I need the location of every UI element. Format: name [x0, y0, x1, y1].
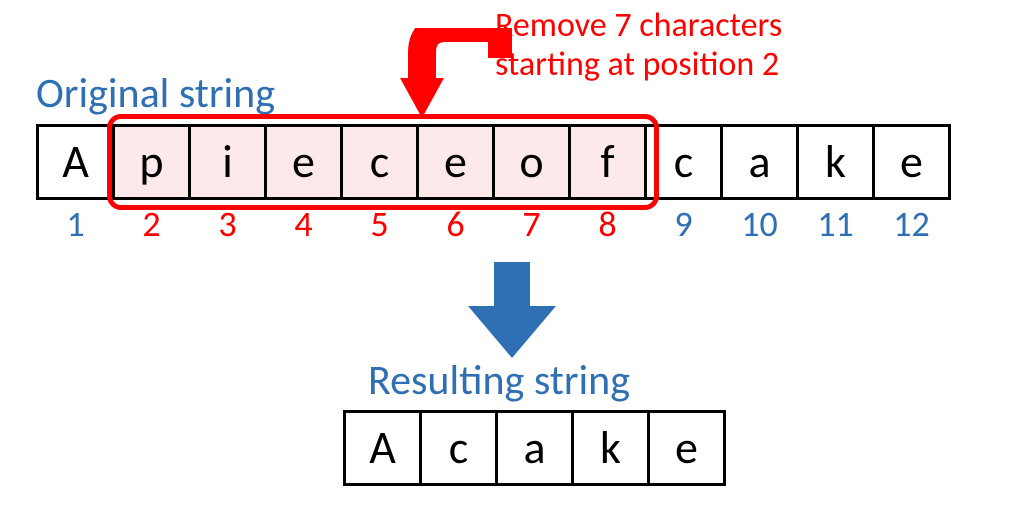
index-11: 11 — [796, 204, 875, 244]
index-9: 9 — [644, 204, 723, 244]
orig-cell-10: a — [720, 124, 799, 200]
index-2: 2 — [112, 204, 191, 244]
orig-cell-9: c — [644, 124, 723, 200]
index-7: 7 — [492, 204, 571, 244]
curved-arrow-icon — [392, 28, 512, 128]
orig-cell-1: A — [36, 124, 115, 200]
index-12: 12 — [872, 204, 951, 244]
orig-cell-4: e — [264, 124, 343, 200]
remove-annotation-line2: starting at position 2 — [495, 45, 782, 84]
orig-cell-5: c — [340, 124, 419, 200]
index-row: 123456789101112 — [36, 204, 948, 244]
orig-cell-7: o — [492, 124, 571, 200]
result-cell-2: c — [419, 410, 498, 486]
orig-cell-8: f — [568, 124, 647, 200]
index-8: 8 — [568, 204, 647, 244]
index-6: 6 — [416, 204, 495, 244]
index-3: 3 — [188, 204, 267, 244]
original-string-heading: Original string — [36, 68, 275, 119]
index-5: 5 — [340, 204, 419, 244]
orig-cell-6: e — [416, 124, 495, 200]
result-cell-1: A — [343, 410, 422, 486]
down-arrow-icon — [468, 262, 556, 358]
orig-cell-2: p — [112, 124, 191, 200]
result-cell-4: k — [571, 410, 650, 486]
remove-annotation: Remove 7 characters starting at position… — [495, 6, 782, 84]
orig-cell-11: k — [796, 124, 875, 200]
orig-cell-3: i — [188, 124, 267, 200]
remove-annotation-line1: Remove 7 characters — [495, 6, 782, 45]
index-1: 1 — [36, 204, 115, 244]
index-4: 4 — [264, 204, 343, 244]
resulting-string-row: Acake — [343, 410, 723, 486]
resulting-string-heading: Resulting string — [368, 355, 630, 406]
original-string-row: Apieceofcake — [36, 124, 948, 200]
index-10: 10 — [720, 204, 799, 244]
result-cell-3: a — [495, 410, 574, 486]
result-cell-5: e — [647, 410, 726, 486]
orig-cell-12: e — [872, 124, 951, 200]
